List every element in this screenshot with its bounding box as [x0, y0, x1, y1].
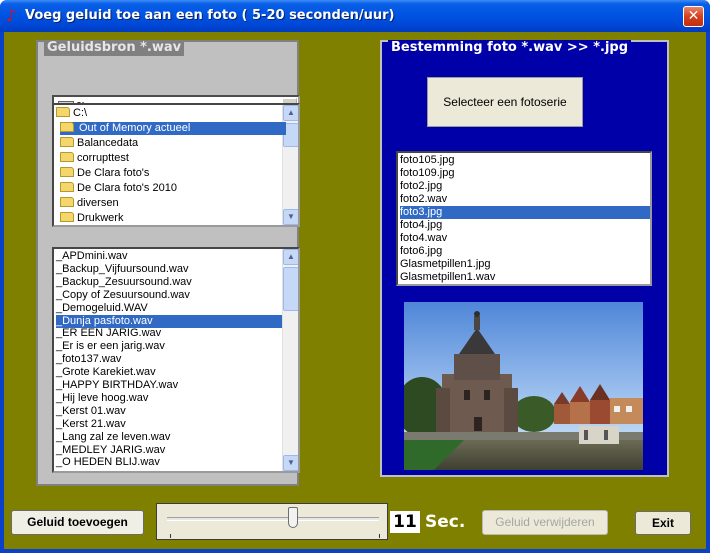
scroll-thumb[interactable]	[283, 267, 298, 311]
source-file-scrollbar[interactable]: ▲ ▼	[282, 249, 298, 471]
directory-label: Drukwerk	[77, 212, 124, 224]
directory-label: Balancedata	[77, 137, 139, 149]
source-file-item[interactable]: _Hij leve hoog.wav	[56, 392, 282, 405]
remove-sound-button[interactable]: Geluid verwijderen	[482, 510, 608, 535]
select-photo-series-button[interactable]: Selecteer een fotoserie	[427, 77, 583, 127]
directory-label: De Clara foto's 2010	[77, 182, 177, 194]
source-file-item[interactable]: _foto137.wav	[56, 353, 282, 366]
photo-preview-image	[404, 302, 643, 470]
directory-label: De Clara foto's	[77, 167, 150, 179]
destination-file-item[interactable]: Glasmetpillen1.wav	[400, 271, 650, 284]
directory-item[interactable]: C:\	[56, 107, 87, 120]
destination-file-item[interactable]: foto4.jpg	[400, 219, 650, 232]
add-sound-button[interactable]: Geluid toevoegen	[11, 510, 144, 535]
window-title: Voeg geluid toe aan een foto ( 5-20 seco…	[25, 8, 395, 23]
title-bar[interactable]: ♪ Voeg geluid toe aan een foto ( 5-20 se…	[0, 0, 710, 32]
directory-item[interactable]: Balancedata	[60, 137, 138, 150]
destination-file-item[interactable]: foto6.jpg	[400, 245, 650, 258]
seconds-slider[interactable]	[156, 503, 388, 540]
destination-file-item[interactable]: foto2.jpg	[400, 180, 650, 193]
destination-legend: Bestemming foto *.wav >> *.jpg	[388, 40, 632, 56]
slider-thumb[interactable]	[288, 507, 298, 528]
source-file-item[interactable]: _Lang zal ze leven.wav	[56, 431, 282, 444]
source-file-item[interactable]: _Backup_Zesuursound.wav	[56, 276, 282, 289]
destination-file-item[interactable]: foto4.wav	[400, 232, 650, 245]
directory-label: C:\	[73, 107, 88, 119]
source-file-item[interactable]: _Demogeluid.WAV	[56, 302, 282, 315]
source-file-item[interactable]: _ER EEN JARIG.wav	[56, 327, 282, 340]
destination-file-item[interactable]: foto2.wav	[400, 193, 650, 206]
seconds-unit: Sec.	[425, 512, 466, 532]
source-file-item[interactable]: _Dunja pasfoto.wav	[56, 314, 282, 328]
destination-file-list[interactable]: foto105.jpg foto109.jpg foto2.jpg foto2.wav…	[396, 151, 652, 286]
folder-icon	[60, 137, 74, 147]
directory-item[interactable]: Drukwerk	[60, 212, 123, 225]
directory-label: corrupttest	[77, 152, 129, 164]
directory-label: Out of Memory actueel	[77, 122, 193, 134]
open-folder-icon	[60, 122, 74, 132]
client-area: Geluidsbron *.wav c: ▼ ▲ ▼ C:\Out of Mem…	[4, 32, 706, 549]
destination-file-item[interactable]: foto109.jpg	[400, 167, 650, 180]
folder-icon	[60, 197, 74, 207]
source-file-item[interactable]: _O HEDEN BLIJ.wav	[56, 456, 282, 469]
scroll-down-icon[interactable]: ▼	[283, 455, 298, 471]
scroll-up-icon[interactable]: ▲	[283, 105, 298, 121]
source-file-item[interactable]: _Kerst 21.wav	[56, 418, 282, 431]
destination-file-item[interactable]: foto3.jpg	[400, 206, 650, 219]
directory-label: diversen	[77, 197, 119, 209]
folder-icon	[60, 152, 74, 162]
source-legend: Geluidsbron *.wav	[44, 40, 185, 56]
directory-item[interactable]: diversen	[60, 197, 119, 210]
folder-icon	[60, 212, 74, 222]
scroll-down-icon[interactable]: ▼	[283, 209, 298, 225]
directory-item[interactable]: Out of Memory actueel	[60, 122, 286, 135]
seconds-value: 11	[390, 511, 420, 533]
close-button[interactable]: ✕	[683, 6, 704, 27]
source-file-list[interactable]: ▲ ▼ _APDmini.wav _Backup_Vijfuursound.wav…	[52, 247, 300, 473]
music-note-icon: ♪	[6, 6, 17, 25]
scroll-up-icon[interactable]: ▲	[283, 249, 298, 265]
slider-track	[167, 517, 379, 521]
source-file-item[interactable]: _Er is er een jarig.wav	[56, 340, 282, 353]
source-file-item[interactable]: _Grote Karekiet.wav	[56, 366, 282, 379]
open-folder-icon	[56, 107, 70, 117]
photo-preview	[404, 302, 643, 470]
source-file-item[interactable]: _Kerst 01.wav	[56, 405, 282, 418]
directory-list[interactable]: ▲ ▼ C:\ Out of Memory actueel Balancedata c…	[52, 103, 300, 227]
source-file-item[interactable]: _APDmini.wav	[56, 250, 282, 263]
app-window: ♪ Voeg geluid toe aan een foto ( 5-20 se…	[0, 0, 710, 553]
folder-icon	[60, 167, 74, 177]
directory-item[interactable]: De Clara foto's	[60, 167, 149, 180]
folder-icon	[60, 182, 74, 192]
slider-ticks	[170, 534, 380, 538]
source-file-item[interactable]: _MEDLEY JARIG.wav	[56, 444, 282, 457]
directory-item[interactable]: corrupttest	[60, 152, 129, 165]
exit-button[interactable]: Exit	[635, 511, 691, 535]
directory-item[interactable]: De Clara foto's 2010	[60, 182, 177, 195]
source-file-item[interactable]: _Backup_Vijfuursound.wav	[56, 263, 282, 276]
source-file-item[interactable]: _Copy of Zesuursound.wav	[56, 289, 282, 302]
destination-file-item[interactable]: foto105.jpg	[400, 154, 650, 167]
destination-file-item[interactable]: Glasmetpillen1.jpg	[400, 258, 650, 271]
source-file-item[interactable]: _HAPPY BIRTHDAY.wav	[56, 379, 282, 392]
